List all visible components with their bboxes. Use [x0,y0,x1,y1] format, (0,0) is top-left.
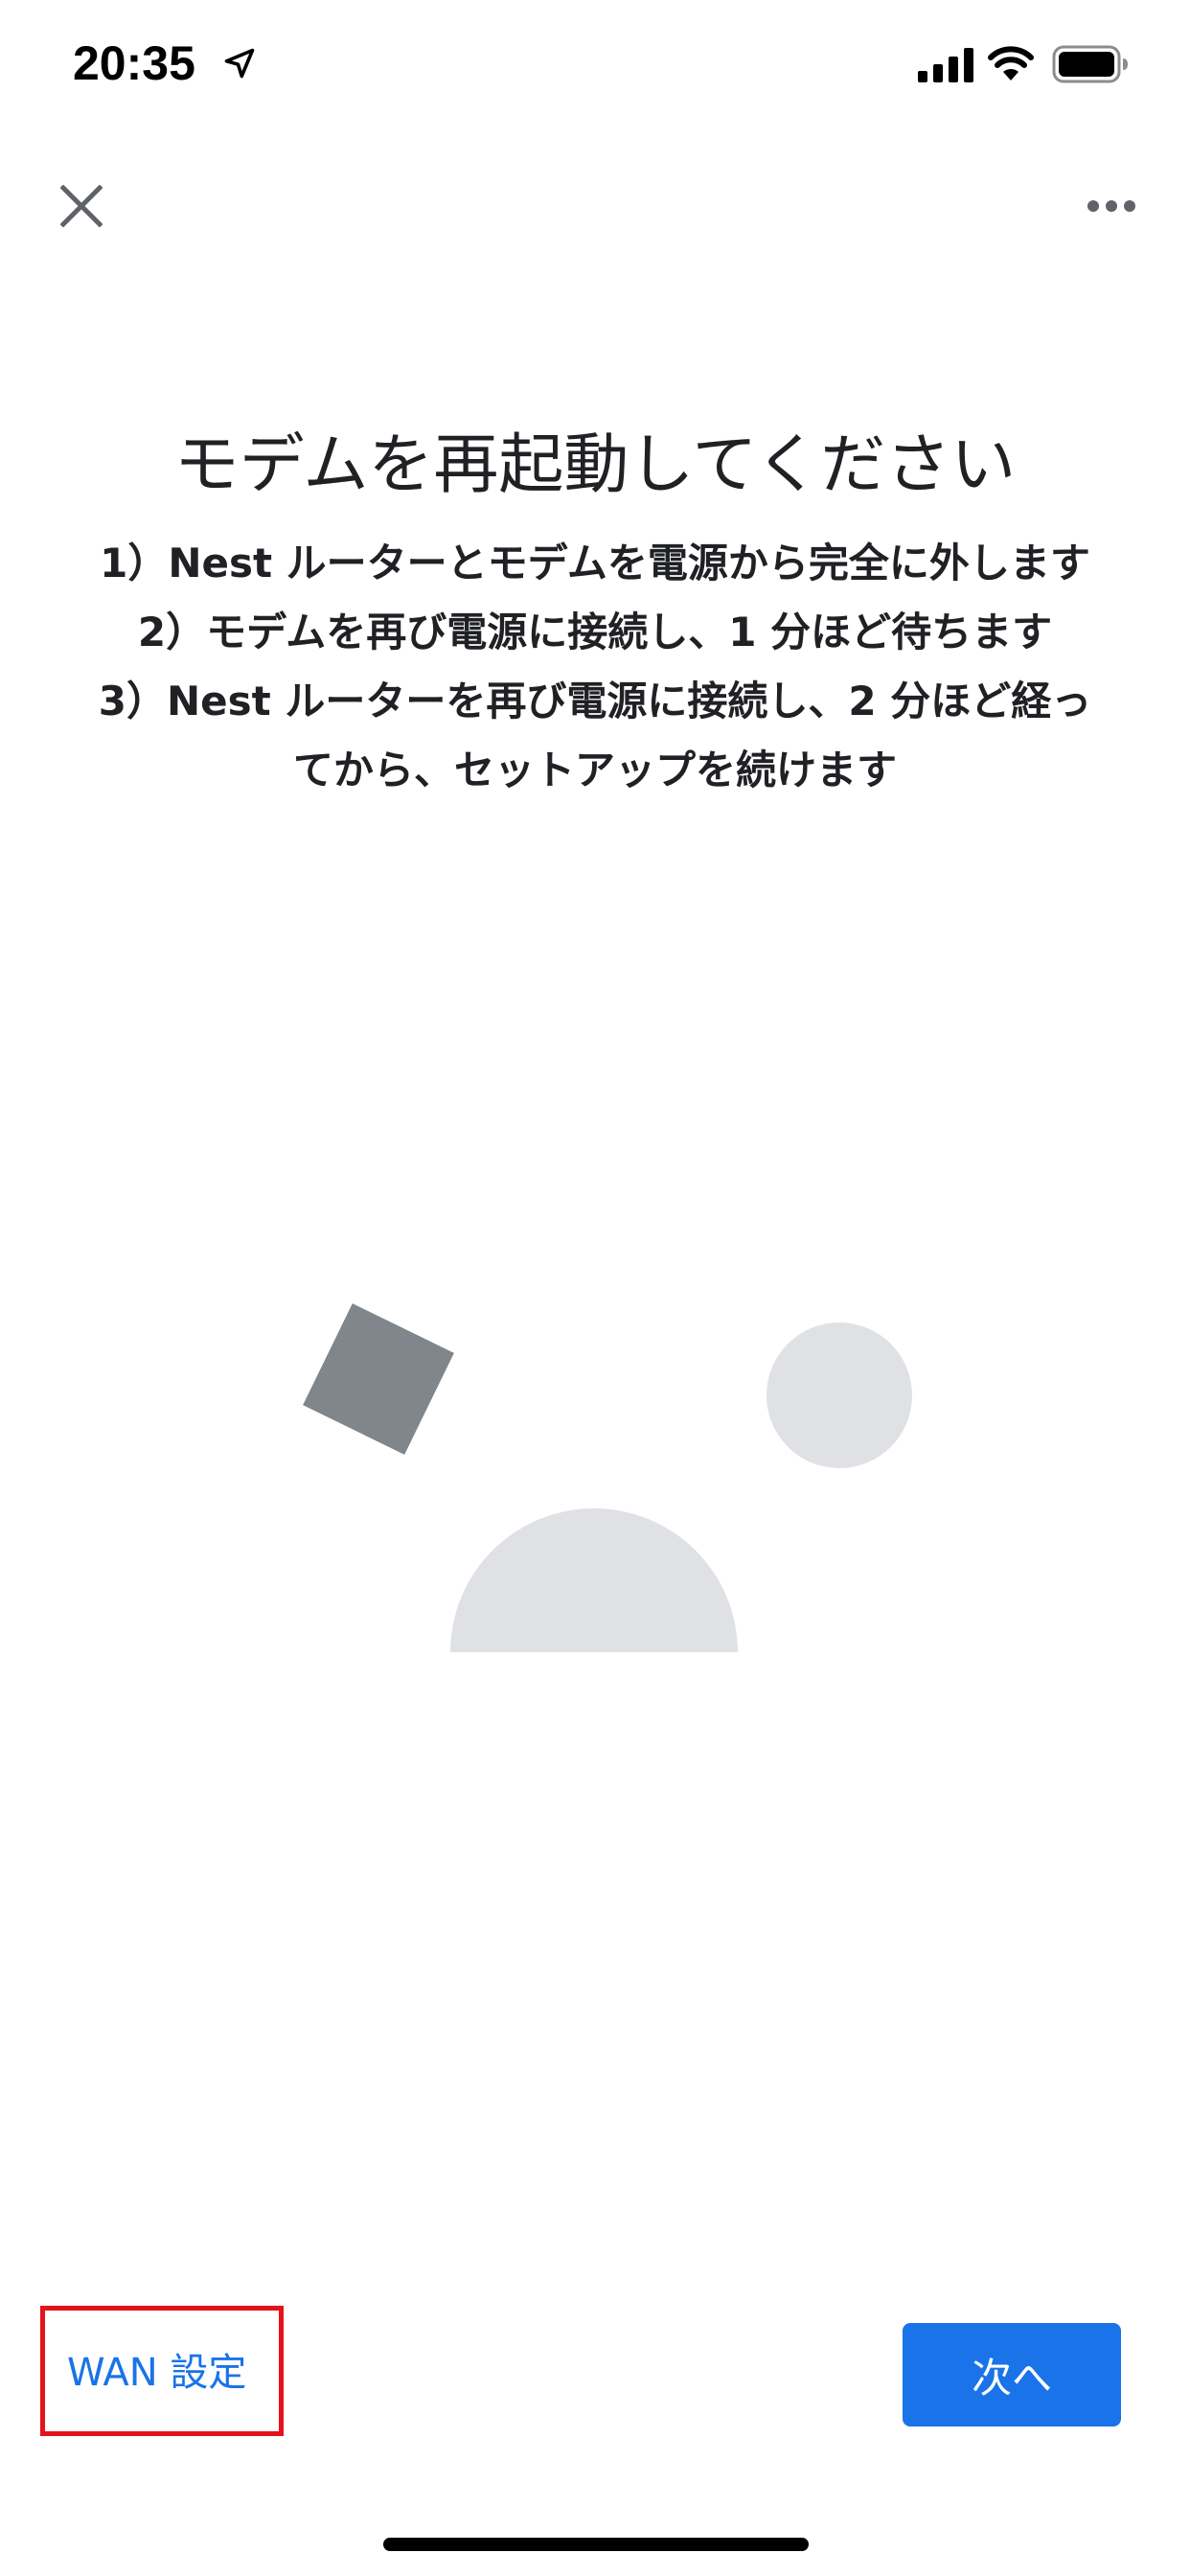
close-button[interactable] [48,172,115,240]
home-indicator [383,2538,809,2551]
instruction-step-3: 3）Nest ルーターを再び電源に接続し、2 分ほど経っ [98,678,1092,724]
status-bar: 20:35 [0,0,1190,134]
wifi-icon [988,46,1034,80]
instruction-step-1: 1）Nest ルーターとモデムを電源から完全に外します [100,540,1090,586]
instruction-step-2: 2）モデムを再び電源に接続し、1 分ほど待ちます [137,609,1053,656]
status-time: 20:35 [73,36,195,90]
next-button[interactable]: 次へ [903,2323,1121,2426]
battery-icon [1052,45,1128,83]
more-horizontal-icon [1087,200,1135,212]
more-options-button[interactable] [1073,172,1150,240]
instruction-step-3-continued: てから、セットアップを続けます [292,747,897,794]
page-title: モデムを再起動してください [173,427,1017,503]
light-gray-semicircle-shape [450,1508,738,1652]
modem-restart-illustration [303,1303,912,1652]
close-icon [60,185,103,227]
location-arrow-icon [224,48,255,79]
cellular-signal-icon [918,48,973,82]
light-gray-circle-shape [767,1322,912,1468]
gray-square-shape [303,1303,454,1455]
instructions: 1）Nest ルーターとモデムを電源から完全に外します 2）モデムを再び電源に接… [57,529,1133,805]
wan-settings-link[interactable]: WAN 設定 [67,2344,246,2402]
